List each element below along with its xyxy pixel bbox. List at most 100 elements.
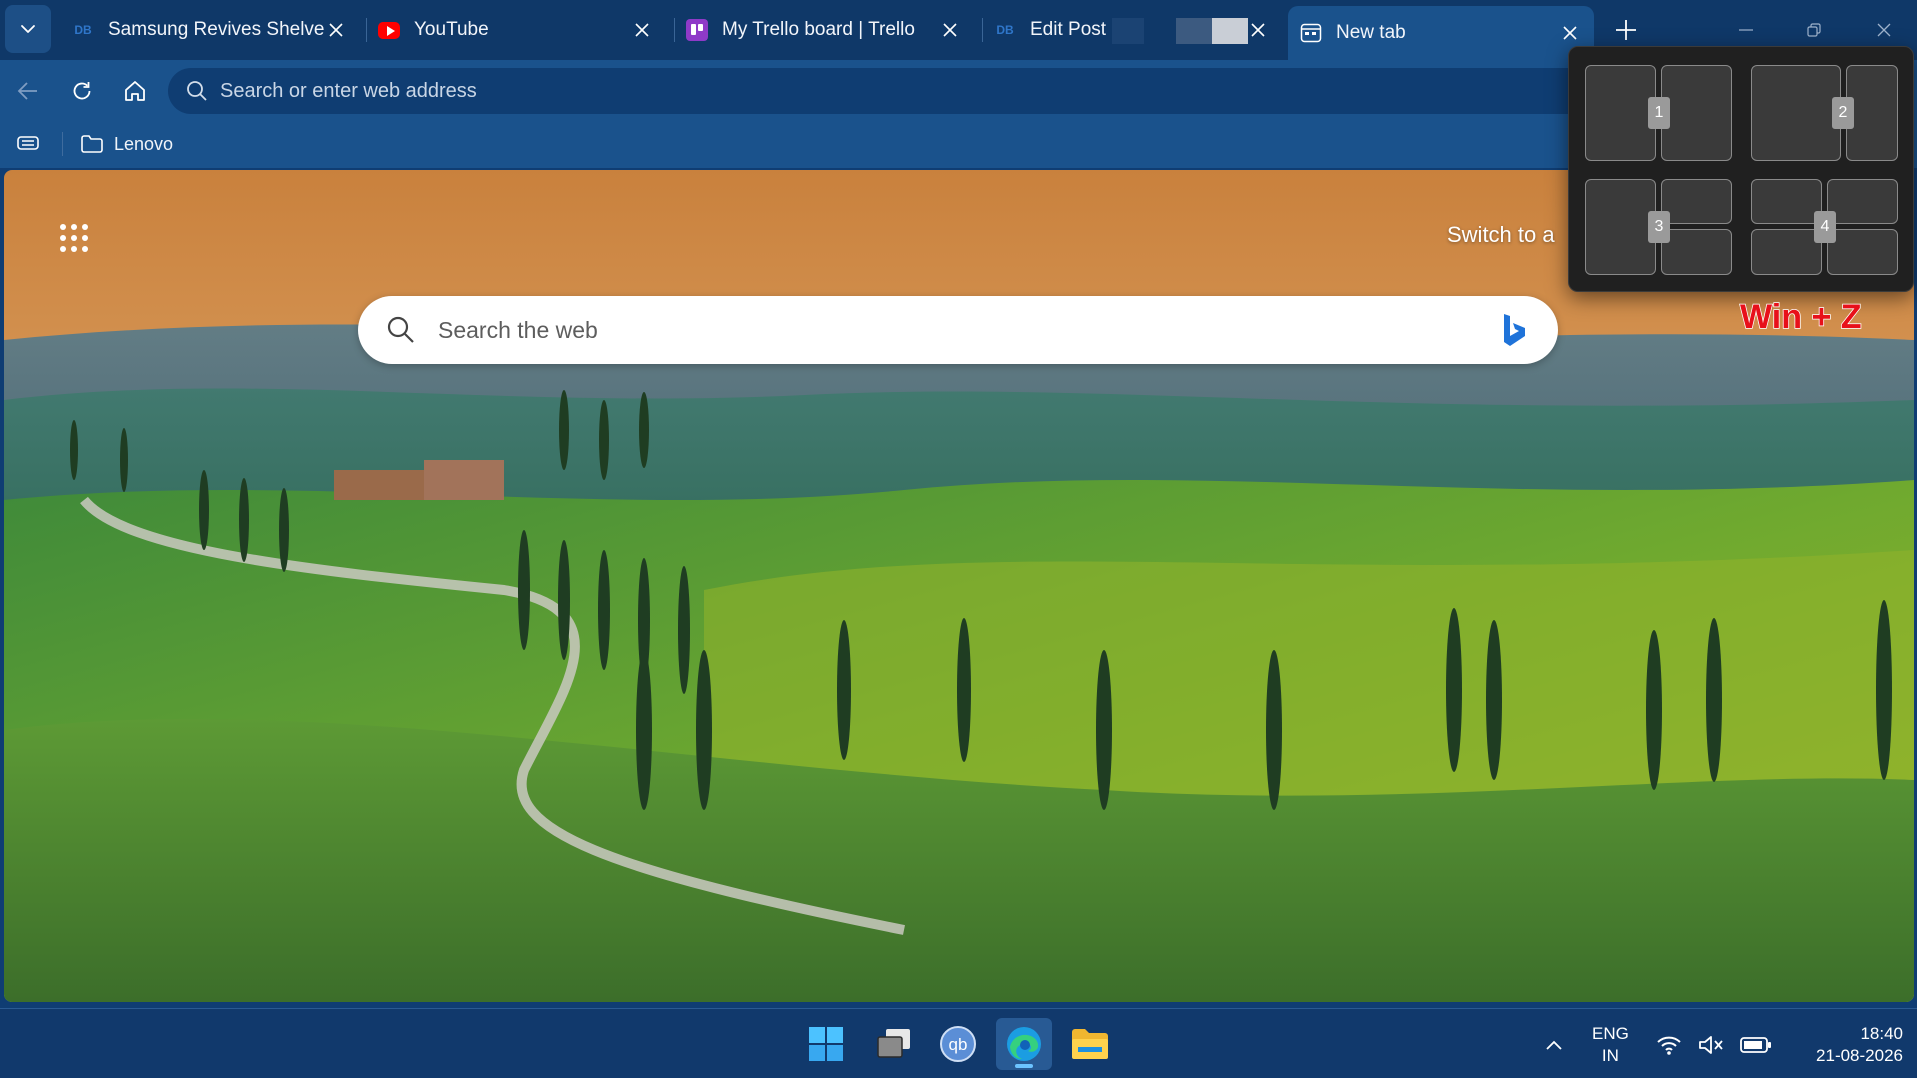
tab-title: YouTube xyxy=(414,19,489,40)
snap-zone-number: 2 xyxy=(1832,97,1854,129)
start-button[interactable] xyxy=(798,1018,854,1070)
snap-layout-quadrants: 4 xyxy=(1751,179,1899,277)
redaction-block xyxy=(1212,18,1248,44)
snap-zone[interactable] xyxy=(1661,179,1732,224)
trello-favicon-icon xyxy=(686,19,708,41)
snap-zone[interactable] xyxy=(1827,179,1898,224)
battery-status[interactable] xyxy=(1738,1031,1774,1059)
snap-zone[interactable] xyxy=(1661,229,1732,275)
close-icon[interactable] xyxy=(324,18,348,42)
taskbar: qb ENG IN 18:40 21-08-2026 xyxy=(0,1008,1917,1078)
input-language-indicator[interactable]: ENG IN xyxy=(1592,1023,1629,1067)
snap-layout-wide-narrow: 2 xyxy=(1751,65,1899,163)
minimize-icon xyxy=(1739,29,1753,31)
snap-layout-halves: 1 xyxy=(1585,65,1733,163)
close-icon xyxy=(1877,23,1891,37)
back-button[interactable] xyxy=(9,72,47,110)
snap-zone[interactable] xyxy=(1827,229,1898,275)
tab-youtube[interactable]: YouTube xyxy=(366,6,666,54)
tab-title: New tab xyxy=(1336,22,1406,43)
back-arrow-icon xyxy=(17,82,37,100)
address-input[interactable] xyxy=(220,79,1220,103)
language-code: ENG xyxy=(1592,1024,1629,1043)
search-icon xyxy=(387,316,414,343)
refresh-icon xyxy=(73,82,91,100)
search-icon xyxy=(187,81,207,101)
system-clock[interactable]: 18:40 21-08-2026 xyxy=(1816,1023,1903,1067)
favorites-folder-lenovo[interactable]: Lenovo xyxy=(80,130,173,158)
plus-icon xyxy=(1616,20,1636,40)
clock-time: 18:40 xyxy=(1860,1024,1903,1043)
snap-zone-number: 1 xyxy=(1648,97,1670,129)
refresh-button[interactable] xyxy=(63,72,101,110)
chevron-up-icon xyxy=(1546,1040,1562,1050)
new-tab-page: Switch to a xyxy=(4,170,1914,1002)
tab-new-tab[interactable]: New tab xyxy=(1288,6,1594,60)
show-hidden-icons-button[interactable] xyxy=(1540,1031,1568,1059)
home-icon xyxy=(125,81,145,101)
collections-icon xyxy=(17,136,39,150)
folder-icon xyxy=(81,135,103,153)
collections-button[interactable] xyxy=(9,124,47,162)
tab-title: My Trello board | Trello xyxy=(722,19,915,40)
redaction-block xyxy=(1176,18,1212,44)
folder-label: Lenovo xyxy=(114,133,174,154)
close-icon[interactable] xyxy=(1558,21,1582,45)
close-window-button[interactable] xyxy=(1864,12,1904,48)
wifi-icon xyxy=(1657,1036,1681,1055)
task-view-icon xyxy=(877,1029,910,1058)
folder-icon xyxy=(1072,1029,1108,1059)
db-favicon-icon: DB xyxy=(74,23,92,37)
region-code: IN xyxy=(1601,1046,1619,1065)
apps-launcher-button[interactable] xyxy=(56,220,92,256)
restore-button[interactable] xyxy=(1794,12,1834,48)
address-bar[interactable] xyxy=(168,68,1598,114)
snap-zone-number: 3 xyxy=(1648,211,1670,243)
close-icon[interactable] xyxy=(938,18,962,42)
redaction-block xyxy=(1112,18,1144,44)
restore-icon xyxy=(1807,23,1821,37)
snap-zone[interactable] xyxy=(1585,65,1656,161)
bing-icon[interactable] xyxy=(1496,312,1530,348)
network-status[interactable] xyxy=(1654,1031,1684,1059)
web-search-input[interactable] xyxy=(438,316,1438,344)
new-tab-button[interactable] xyxy=(1608,12,1644,48)
edge-icon xyxy=(1007,1027,1041,1061)
tab-actions-menu-button[interactable] xyxy=(5,5,51,53)
snap-zone[interactable] xyxy=(1751,179,1822,224)
web-search-box[interactable] xyxy=(358,296,1558,364)
app-grid-icon xyxy=(60,224,88,252)
close-icon[interactable] xyxy=(630,18,654,42)
volume-status[interactable] xyxy=(1696,1031,1726,1059)
file-explorer-app[interactable] xyxy=(1062,1018,1118,1070)
home-button[interactable] xyxy=(116,72,154,110)
speaker-muted-icon xyxy=(1699,1036,1723,1054)
divider xyxy=(62,132,63,156)
task-view-button[interactable] xyxy=(866,1018,922,1070)
edge-browser-app[interactable] xyxy=(996,1018,1052,1070)
snap-zone[interactable] xyxy=(1661,65,1732,161)
minimize-button[interactable] xyxy=(1726,12,1766,48)
snap-zone[interactable] xyxy=(1751,229,1822,275)
qbittorrent-app[interactable]: qb xyxy=(930,1018,986,1070)
close-icon[interactable] xyxy=(1246,18,1270,42)
youtube-favicon-icon xyxy=(378,19,400,41)
keyboard-shortcut-annotation: Win + Z xyxy=(1739,297,1862,337)
snap-zone-number: 4 xyxy=(1814,211,1836,243)
background-landscape-image xyxy=(4,170,1914,1002)
db-favicon-icon: DB xyxy=(996,23,1014,37)
snap-zone[interactable] xyxy=(1751,65,1841,161)
battery-icon xyxy=(1740,1037,1771,1053)
newtab-favicon-icon xyxy=(1300,22,1322,44)
chevron-down-icon xyxy=(21,25,35,33)
switch-prompt-text[interactable]: Switch to a xyxy=(1447,222,1555,248)
snap-zone[interactable] xyxy=(1585,179,1656,275)
snap-layouts-flyout: 1 2 3 4 xyxy=(1568,46,1914,292)
tab-title: Edit Post “ xyxy=(1030,19,1118,40)
windows-logo-icon xyxy=(809,1027,843,1061)
svg-text:qb: qb xyxy=(949,1035,968,1054)
qbittorrent-icon: qb xyxy=(940,1026,976,1062)
tab-trello[interactable]: My Trello board | Trello xyxy=(674,6,974,54)
tab-samsung[interactable]: DB Samsung Revives Shelved O xyxy=(60,6,360,54)
snap-layout-half-stacked: 3 xyxy=(1585,179,1733,277)
